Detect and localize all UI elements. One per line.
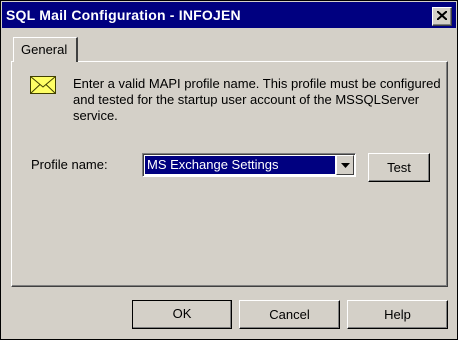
- close-button[interactable]: [432, 7, 452, 26]
- help-button[interactable]: Help: [347, 300, 448, 329]
- general-panel: [11, 61, 448, 287]
- close-icon: [437, 11, 447, 20]
- tab-general[interactable]: General: [13, 37, 78, 62]
- title-bar[interactable]: SQL Mail Configuration - INFOJEN: [2, 2, 456, 28]
- tab-connector: [14, 60, 75, 63]
- cancel-button[interactable]: Cancel: [239, 300, 340, 329]
- window-title: SQL Mail Configuration - INFOJEN: [6, 7, 241, 23]
- sql-mail-config-dialog: SQL Mail Configuration - INFOJEN General…: [0, 0, 458, 340]
- tab-general-label: General: [21, 42, 68, 57]
- ok-button[interactable]: OK: [132, 300, 232, 329]
